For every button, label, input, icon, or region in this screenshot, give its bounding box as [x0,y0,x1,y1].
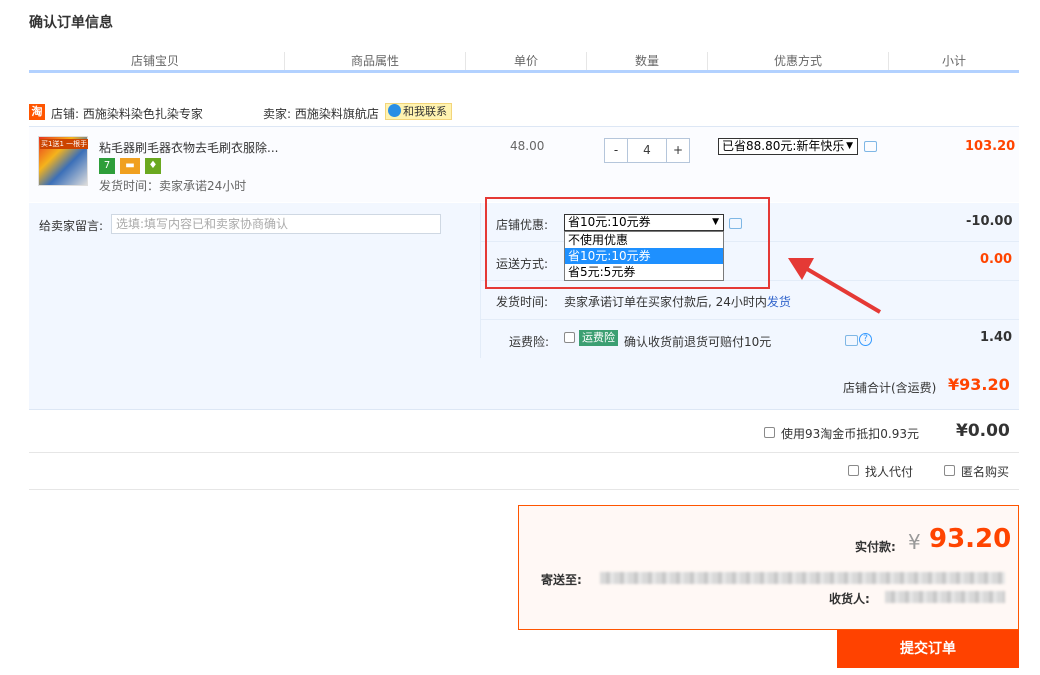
row-divider [29,452,1019,453]
ship-promise-text: 发货时间：卖家承诺24小时 [99,179,247,193]
coins-value: ¥0.00 [956,421,1010,441]
receiver-redacted [885,591,1005,603]
row-divider [29,489,1019,490]
payment-currency: ¥ [908,530,921,554]
submit-order-button[interactable]: 提交订单 [837,630,1019,668]
insurance-value: 1.40 [980,330,1013,345]
annotation-highlight-box [485,197,770,289]
insurance-info-icon[interactable] [845,335,858,346]
col-divider [586,52,587,70]
discount-info-icon[interactable] [864,141,877,152]
col-header-attributes: 商品属性 [350,54,399,68]
item-discount-value: 已省88.80元:新年快乐 [722,139,845,153]
insurance-text: 确认收货前退货可赔付10元 [624,335,772,349]
header-underline [29,70,1019,73]
insurance-tag: 运费险 [579,330,618,346]
credit-card-icon: ▬ [120,158,140,174]
col-divider [465,52,466,70]
seller-name-link[interactable]: 卖家: 西施染料旗航店 [263,105,379,122]
col-divider [888,52,889,70]
annotation-arrow-icon [788,258,882,314]
delivery-text: 卖家承诺订单在买家付款后, 24小时内发货 [564,293,791,310]
receiver-label: 收货人: [829,592,870,606]
row-divider [481,319,1019,320]
product-title-link[interactable]: 粘毛器刷毛器衣物去毛刷衣服除... [99,139,278,156]
col-header-unit-price: 单价 [513,54,538,68]
col-divider [284,52,285,70]
insurance-label: 运费险: [509,335,550,349]
seller-message-label: 给卖家留言: [39,219,104,233]
col-header-subtotal: 小计 [941,54,966,68]
store-name-link[interactable]: 店铺: 西施染料染色扎染专家 [51,105,203,122]
guarantee-icon: ♦ [145,158,161,174]
insurance-checkbox[interactable] [564,332,575,343]
proxy-pay-checkbox[interactable] [848,465,859,476]
product-thumbnail-tag: 买1送1 一根手 [40,139,89,149]
ship-to-label: 寄送至: [541,573,582,587]
quantity-plus-button[interactable]: + [667,139,689,162]
shop-coupon-value: -10.00 [966,214,1013,229]
help-icon[interactable]: ? [859,333,872,346]
delivery-label: 发货时间: [496,295,549,309]
col-header-discount: 优惠方式 [773,54,822,68]
taobao-shop-icon: 淘 [29,104,45,120]
col-divider [707,52,708,70]
coins-label: 使用93淘金币抵扣0.93元 [781,427,919,441]
col-header-quantity: 数量 [634,54,659,68]
seller-message-input[interactable]: 选填:填写内容已和卖家协商确认 [111,214,441,234]
dropdown-arrow-icon: ▼ [846,141,853,151]
contact-seller-button[interactable]: 和我联系 [385,103,452,120]
item-subtotal: 103.20 [965,139,1016,154]
quantity-minus-button[interactable]: - [605,139,627,162]
proxy-pay-label: 找人代付 [865,465,914,479]
unit-price: 48.00 [510,139,545,153]
quantity-input[interactable]: 4 [627,139,667,162]
shop-total-label: 店铺合计(含运费) [843,381,937,395]
contact-seller-label: 和我联系 [403,105,447,118]
seven-day-return-icon: 7 [99,158,115,174]
chat-bubble-icon [388,104,401,117]
page-title: 确认订单信息 [29,15,113,31]
anonymous-label: 匿名购买 [961,465,1010,479]
payment-amount: 93.20 [929,524,1012,554]
payment-label: 实付款: [855,540,896,554]
quantity-stepper[interactable]: - 4 + [604,138,690,163]
ship-to-address-redacted [600,572,1005,584]
item-discount-select[interactable]: 已省88.80元:新年快乐 ▼ [718,138,858,155]
shipping-value: 0.00 [980,252,1013,267]
anonymous-checkbox[interactable] [944,465,955,476]
delivery-promise: 卖家承诺订单在买家付款后, 24小时内 [564,295,767,309]
shop-total-value: ¥93.20 [948,375,1010,394]
coins-checkbox[interactable] [764,427,775,438]
col-header-item: 店铺宝贝 [130,54,179,68]
